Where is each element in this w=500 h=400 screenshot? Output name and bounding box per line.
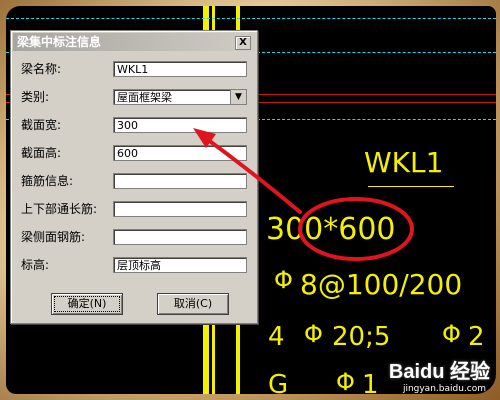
- rebar-count-text: 4: [268, 322, 285, 352]
- stirrup-text: 8@100/200: [300, 268, 463, 301]
- partial-text: 1: [362, 370, 379, 394]
- axis-dashed-line: [6, 18, 496, 19]
- rebar-symbol-icon: Φ: [442, 320, 461, 348]
- category-select-value: 屋面框架梁: [117, 91, 172, 104]
- field-label-beam-name: 梁名称:: [21, 62, 62, 76]
- partial-text: G: [268, 370, 289, 394]
- beam-annotation-dialog: 梁集中标注信息 X 梁名称: WKL1 类别: 屋面框架梁 ▼ 截面宽: 300…: [10, 30, 258, 324]
- field-label-longitudinal: 上下部通长筋:: [21, 202, 98, 216]
- field-label-width: 截面宽:: [21, 118, 62, 132]
- watermark-url: jingyan.baidu.com: [402, 384, 486, 394]
- field-label-side-rebar: 梁侧面钢筋:: [21, 230, 86, 244]
- rebar-spec-text: 20;5: [332, 322, 391, 352]
- dialog-title: 梁集中标注信息: [17, 35, 102, 49]
- longitudinal-rebar-input[interactable]: [113, 201, 247, 217]
- stirrup-input[interactable]: [113, 173, 247, 189]
- beam-name-input[interactable]: WKL1: [113, 61, 247, 77]
- side-rebar-input[interactable]: [113, 229, 247, 245]
- section-height-input[interactable]: 600: [113, 145, 247, 161]
- watermark-logo: Baidu 经验: [388, 361, 490, 383]
- section-width-input[interactable]: 300: [113, 117, 247, 133]
- field-label-stirrup: 箍筋信息:: [21, 174, 74, 188]
- field-label-category: 类别:: [21, 90, 50, 104]
- elevation-input[interactable]: 层顶标高: [113, 257, 247, 273]
- cancel-button[interactable]: 取消(C): [157, 293, 229, 315]
- field-label-elevation: 标高:: [21, 258, 50, 272]
- section-size-text: 300*600: [266, 212, 396, 247]
- beam-name-underline: [368, 186, 454, 187]
- field-label-height: 截面高:: [21, 146, 62, 160]
- beam-name-text: WKL1: [364, 146, 444, 179]
- rebar-symbol-icon: Φ: [336, 368, 355, 394]
- close-icon[interactable]: X: [235, 36, 251, 50]
- chevron-down-icon[interactable]: ▼: [230, 90, 246, 104]
- ok-button[interactable]: 确定(N): [51, 293, 123, 315]
- rebar-spec-text: 2: [468, 322, 485, 352]
- category-select[interactable]: 屋面框架梁 ▼: [113, 89, 247, 105]
- rebar-symbol-icon: Φ: [304, 320, 323, 348]
- rebar-symbol-icon: Φ: [274, 266, 293, 294]
- dialog-titlebar[interactable]: 梁集中标注信息 X: [13, 33, 255, 51]
